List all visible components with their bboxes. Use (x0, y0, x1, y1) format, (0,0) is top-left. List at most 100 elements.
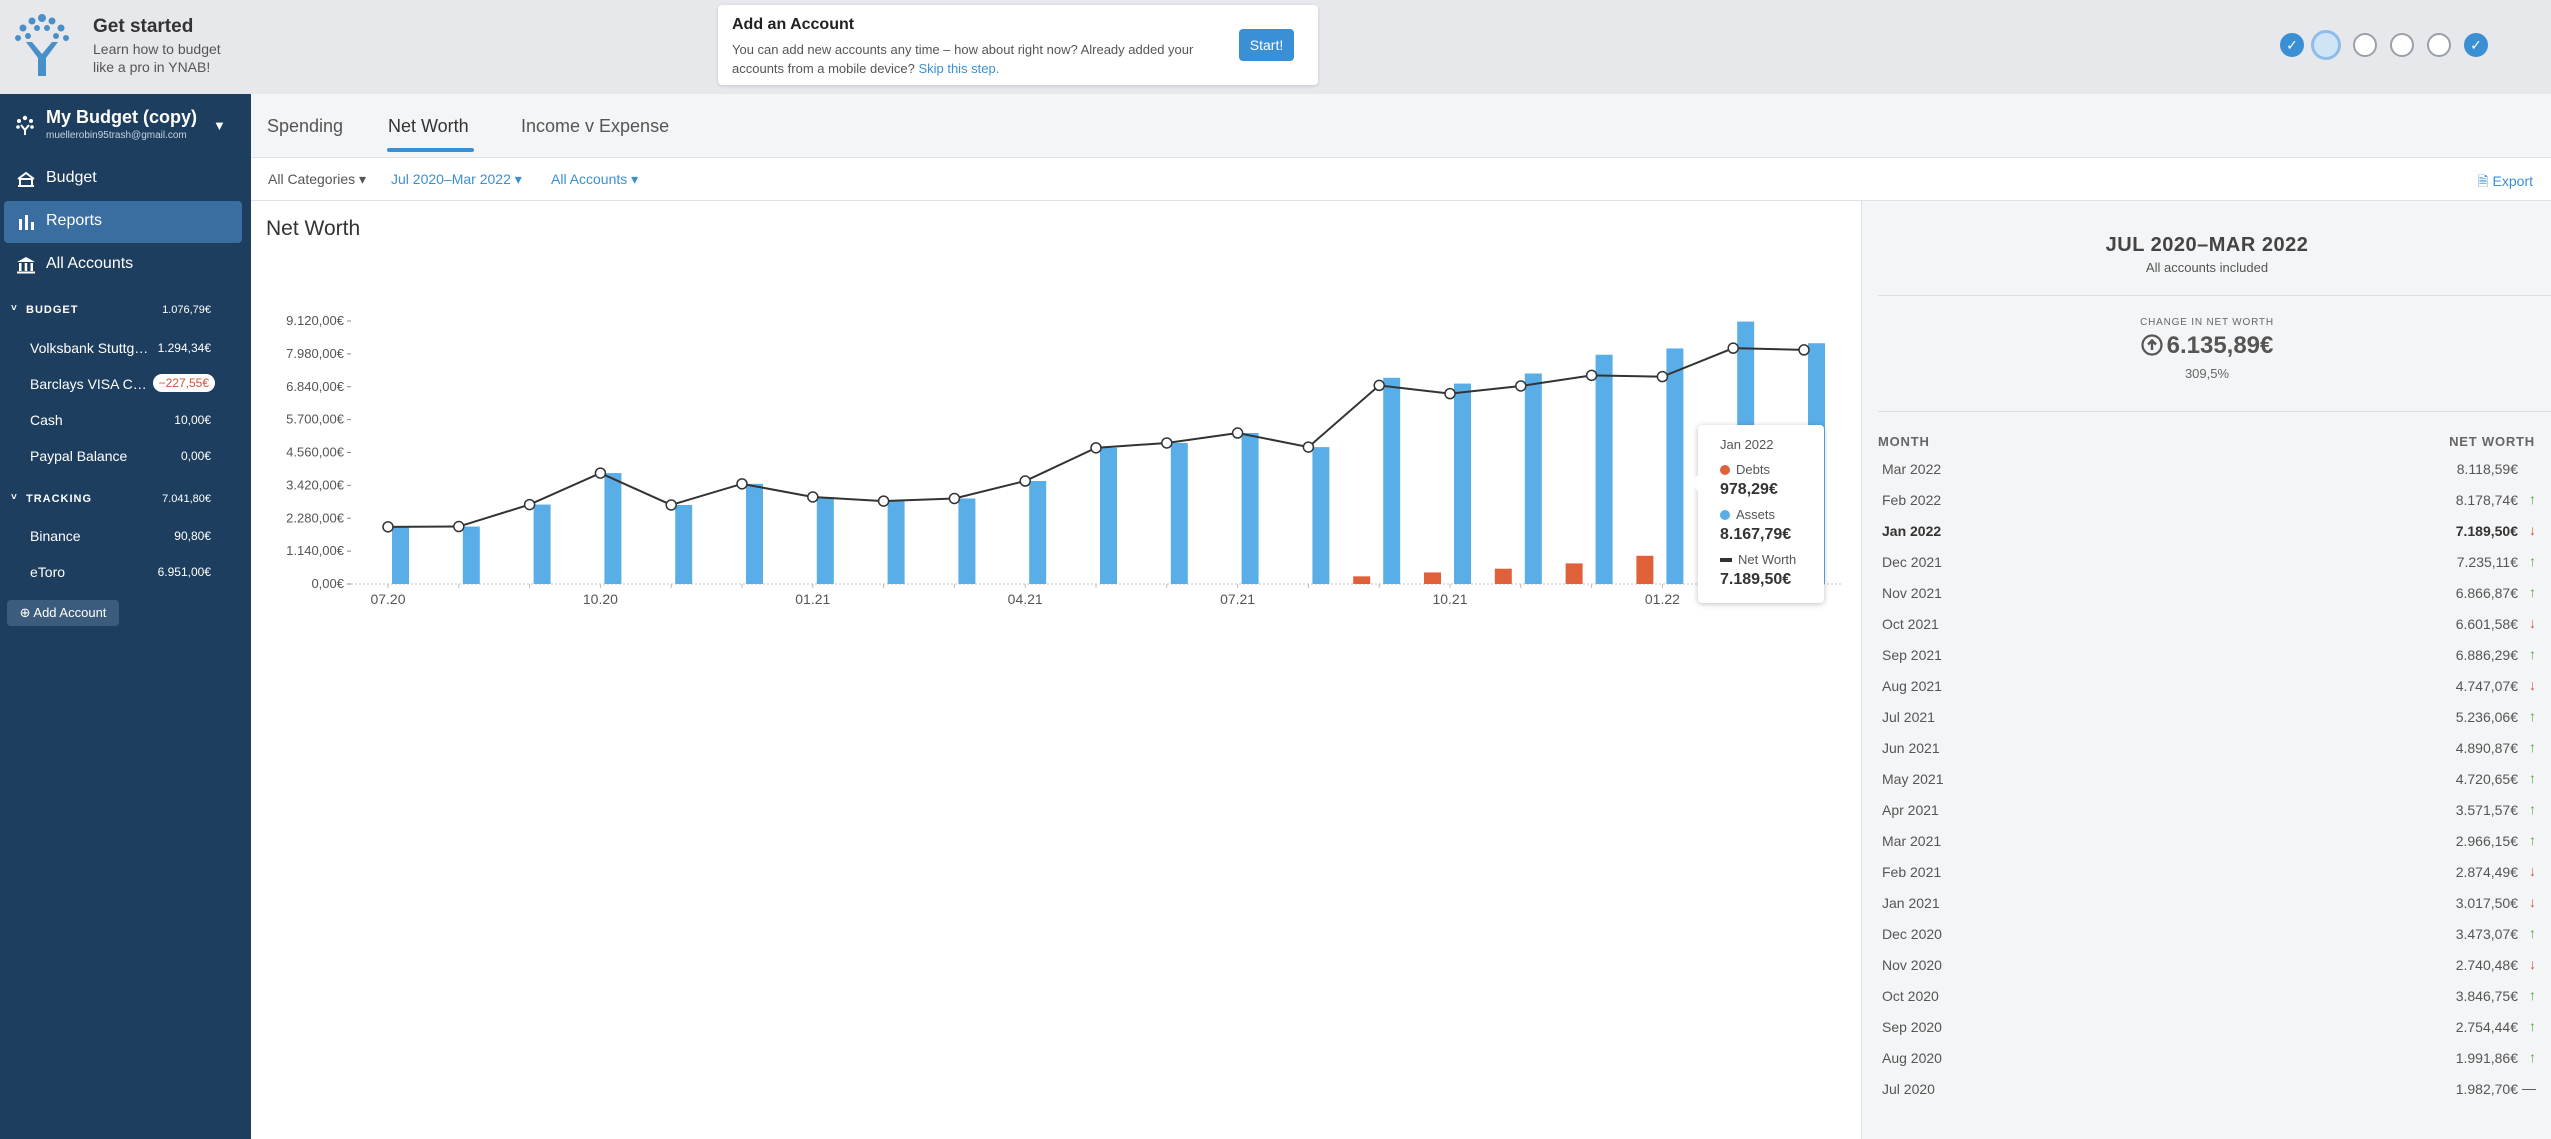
assets-bar[interactable] (675, 504, 693, 584)
add-account-button[interactable]: ⊕ Add Account (7, 600, 119, 626)
assets-bar[interactable] (1383, 377, 1401, 584)
onboarding-step-done[interactable]: ✓ (2464, 33, 2488, 57)
net-worth-point[interactable] (807, 491, 819, 503)
net-worth-point[interactable] (382, 521, 394, 533)
onboarding-step-done[interactable]: ✓ (2280, 33, 2304, 57)
tab-net-worth[interactable]: Net Worth (388, 116, 469, 137)
debts-bar[interactable] (1424, 572, 1441, 584)
assets-bar[interactable] (462, 526, 480, 584)
table-row[interactable]: Oct 2021 6.601,58€ ↓ (1878, 609, 2551, 640)
net-worth-point[interactable] (948, 492, 961, 505)
nav-all-accounts[interactable]: All Accounts (0, 244, 251, 286)
table-row[interactable]: Nov 2020 2.740,48€ ↓ (1878, 950, 2551, 981)
budget-switcher[interactable]: My Budget (copy) muellerobin95trash@gmai… (0, 94, 251, 158)
table-row[interactable]: Jul 2021 5.236,06€ ↑ (1878, 702, 2551, 733)
y-tick-label: 5.700,00€ (286, 412, 345, 427)
net-worth-point[interactable] (665, 499, 677, 511)
assets-bar[interactable] (1524, 373, 1542, 584)
skip-step-link[interactable]: Skip this step. (918, 61, 999, 76)
tab-spending[interactable]: Spending (267, 116, 343, 137)
assets-bar[interactable] (1170, 442, 1188, 584)
assets-bar[interactable] (1029, 480, 1047, 584)
table-row[interactable]: Apr 2021 3.571,57€ ↑ (1878, 795, 2551, 826)
assets-bar[interactable] (1666, 348, 1684, 584)
table-row[interactable]: Dec 2021 7.235,11€ ↑ (1878, 547, 2551, 578)
assets-bar[interactable] (1241, 433, 1259, 584)
date-range-dropdown[interactable]: Jul 2020–Mar 2022 ▾ (391, 171, 522, 188)
table-row[interactable]: Feb 2022 8.178,74€ ↑ (1878, 485, 2551, 516)
account-binance[interactable]: Binance 90,80€ (0, 523, 251, 549)
net-worth-point[interactable] (453, 520, 465, 533)
group-tracking-header[interactable]: ˅ TRACKING 7.041,80€ (0, 489, 251, 511)
assets-bar[interactable] (887, 501, 905, 584)
table-row[interactable]: Jan 2022 7.189,50€ ↓ (1878, 516, 2551, 547)
net-worth-point[interactable] (1161, 437, 1173, 449)
assets-bar[interactable] (1595, 354, 1613, 584)
group-budget-header[interactable]: ˅ BUDGET 1.076,79€ (0, 300, 251, 322)
assets-bar[interactable] (746, 483, 763, 584)
net-worth-point[interactable] (1798, 344, 1810, 356)
table-row[interactable]: Nov 2021 6.866,87€ ↑ (1878, 578, 2551, 609)
change-amount: 6.135,89€ (2166, 332, 2274, 359)
net-worth-point[interactable] (1656, 370, 1669, 383)
nav-reports[interactable]: Reports (4, 201, 242, 243)
net-worth-point[interactable] (1302, 441, 1315, 453)
net-worth-point[interactable] (736, 478, 748, 490)
category-filter-dropdown[interactable]: All Categories ▾ (268, 171, 366, 188)
onboarding-step-todo[interactable] (2427, 33, 2451, 57)
account-barclays[interactable]: Barclays VISA Credit −227,55€ (0, 371, 251, 397)
account-filter-dropdown[interactable]: All Accounts ▾ (551, 171, 638, 188)
net-worth-chart[interactable]: 0,00€ 1.140,00€ 2.280,00€ 3.420,00€ 4.560,00… (251, 280, 1861, 630)
table-row[interactable]: Jun 2021 4.890,87€ ↑ (1878, 733, 2551, 764)
table-row[interactable]: Aug 2021 4.747,07€ ↓ (1878, 671, 2551, 702)
assets-bar[interactable] (604, 473, 622, 584)
debts-bar[interactable] (1565, 563, 1583, 584)
nav-budget[interactable]: Budget (0, 158, 251, 200)
table-row[interactable]: Dec 2020 3.473,07€ ↑ (1878, 919, 2551, 950)
assets-bar[interactable] (1100, 447, 1117, 584)
net-worth-point[interactable] (1585, 369, 1598, 382)
debts-bar[interactable] (1353, 576, 1371, 584)
start-button[interactable]: Start! (1239, 29, 1294, 61)
debts-bar[interactable] (1636, 555, 1654, 584)
debts-bar[interactable] (1494, 568, 1512, 584)
table-row[interactable]: May 2021 4.720,65€ ↑ (1878, 764, 2551, 795)
assets-bar[interactable] (958, 498, 976, 584)
tab-income-v-expense[interactable]: Income v Expense (521, 116, 669, 137)
account-cash[interactable]: Cash 10,00€ (0, 407, 251, 433)
net-worth-point[interactable] (594, 467, 607, 479)
assets-bar[interactable] (392, 526, 409, 584)
net-worth-point[interactable] (1444, 387, 1456, 400)
net-worth-point[interactable] (1019, 475, 1031, 487)
onboarding-step-todo[interactable] (2390, 33, 2414, 57)
row-month: Jun 2021 (1882, 740, 1940, 756)
assets-bar[interactable] (1312, 447, 1330, 584)
table-row[interactable]: Sep 2020 2.754,44€ ↑ (1878, 1012, 2551, 1043)
tooltip-nw-value: 7.189,50€ (1720, 571, 1792, 588)
table-row[interactable]: Feb 2021 2.874,49€ ↓ (1878, 857, 2551, 888)
table-row[interactable]: Oct 2020 3.846,75€ ↑ (1878, 981, 2551, 1012)
net-worth-point[interactable] (877, 495, 890, 507)
net-worth-point[interactable] (1515, 380, 1527, 392)
net-worth-point[interactable] (1231, 427, 1244, 439)
net-worth-point[interactable] (1090, 442, 1102, 454)
net-worth-point[interactable] (1727, 342, 1739, 354)
account-volksbank[interactable]: Volksbank Stuttgart 1.294,34€ (0, 335, 251, 361)
net-worth-point[interactable] (523, 498, 536, 511)
table-row[interactable]: Mar 2022 8.118,59€ (1878, 454, 2551, 485)
table-row[interactable]: Sep 2021 6.886,29€ ↑ (1878, 640, 2551, 671)
assets-bar[interactable] (816, 496, 834, 584)
table-row[interactable]: Jan 2021 3.017,50€ ↓ (1878, 888, 2551, 919)
assets-bar[interactable] (1454, 383, 1471, 584)
table-row[interactable]: Jul 2020 1.982,70€ — (1878, 1074, 2551, 1105)
assets-bar[interactable] (533, 504, 551, 584)
get-started-title[interactable]: Get started (93, 16, 193, 38)
net-worth-point[interactable] (1373, 379, 1385, 392)
account-paypal[interactable]: Paypal Balance 0,00€ (0, 443, 251, 469)
export-button[interactable]: 🗎 Export (2477, 171, 2533, 195)
onboarding-step-current[interactable] (2311, 30, 2341, 60)
account-etoro[interactable]: eToro 6.951,00€ (0, 559, 251, 585)
table-row[interactable]: Mar 2021 2.966,15€ ↑ (1878, 826, 2551, 857)
onboarding-step-todo[interactable] (2353, 33, 2377, 57)
table-row[interactable]: Aug 2020 1.991,86€ ↑ (1878, 1043, 2551, 1074)
